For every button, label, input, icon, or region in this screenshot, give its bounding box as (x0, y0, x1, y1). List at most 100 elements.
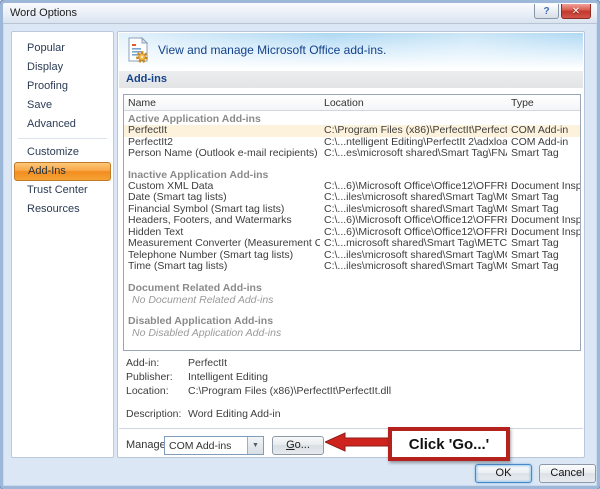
detail-label: Add-in: (126, 357, 160, 369)
detail-row: Add-in: PerfectIt (126, 356, 578, 370)
table-row[interactable]: Telephone Number (Smart tag lists) C:\...… (124, 250, 580, 262)
sidebar-item-proofing[interactable]: Proofing (14, 77, 111, 96)
cell-name: Time (Smart tag lists) (128, 261, 228, 272)
cell-name: Hidden Text (128, 226, 184, 238)
cell-type: Document Inspector (511, 180, 580, 192)
cell-name: Date (Smart tag lists) (128, 192, 227, 203)
table-header-row: Name Location Type (124, 95, 580, 111)
manage-selected-option: COM Add-ins (169, 439, 232, 452)
cell-type: Document Inspector (511, 226, 580, 238)
detail-row: Publisher: Intelligent Editing (126, 370, 578, 384)
column-header-type: Type (511, 96, 534, 109)
title-bar: Word Options ? ✕ (3, 3, 597, 24)
cell-name: PerfectIt2 (128, 136, 173, 148)
cell-type: Document Inspector (511, 215, 580, 226)
section-header: Add-ins (119, 71, 583, 88)
description-row: Description: Word Editing Add-in (126, 407, 578, 421)
cell-name: Person Name (Outlook e-mail recipients) (128, 148, 318, 159)
go-button[interactable]: Go... (272, 436, 324, 455)
callout-box: Click 'Go...' (388, 427, 510, 461)
cell-location: C:\...iles\microsoft shared\Smart Tag\MO… (324, 203, 507, 215)
sidebar-item-add-ins[interactable]: Add-Ins (14, 162, 111, 181)
close-icon: ✕ (571, 5, 581, 17)
description-label: Description: (126, 408, 182, 420)
cell-location: C:\...es\microsoft shared\Smart Tag\FNAM… (324, 148, 507, 159)
column-header-location: Location (324, 96, 364, 109)
cell-location: C:\...iles\microsoft shared\Smart Tag\MO… (324, 192, 507, 203)
detail-value: C:\Program Files (x86)\PerfectIt\Perfect… (188, 385, 392, 397)
cell-name: Telephone Number (Smart tag lists) (128, 249, 294, 261)
table-row[interactable]: PerfectIt2 C:\...ntelligent Editing\Perfe… (124, 137, 580, 149)
table-row[interactable]: PerfectIt C:\Program Files (x86)\PerfectI… (124, 125, 580, 137)
cell-location: C:\...iles\microsoft shared\Smart Tag\MO… (324, 261, 507, 272)
cell-name: Custom XML Data (128, 180, 214, 192)
add-ins-icon (128, 37, 149, 63)
cell-location: C:\Program Files (x86)\PerfectIt\Perfect… (324, 125, 507, 136)
ok-button[interactable]: OK (475, 464, 532, 483)
sidebar-item-advanced[interactable]: Advanced (14, 115, 111, 134)
cell-name: Financial Symbol (Smart tag lists) (128, 203, 285, 215)
cell-location: C:\...microsoft shared\Smart Tag\METCONV… (324, 238, 507, 249)
cell-location: C:\...6)\Microsoft Office\Office12\OFFRH… (324, 215, 507, 226)
help-icon: ? (543, 5, 550, 17)
sidebar-item-popular[interactable]: Popular (14, 39, 111, 58)
addin-details: Add-in: PerfectIt Publisher: Intelligent Ed… (126, 356, 578, 421)
table-empty-note: No Disabled Application Add-ins (132, 326, 282, 339)
sidebar-item-customize[interactable]: Customize (14, 143, 111, 162)
manage-dropdown[interactable]: COM Add-ins ▼ (164, 436, 264, 455)
details-rows: Add-in: PerfectIt Publisher: Intelligent Ed… (126, 356, 578, 398)
sidebar-separator (18, 138, 107, 139)
addins-table: Name Location Type Active Application Ad… (123, 94, 581, 351)
cell-location: C:\...iles\microsoft shared\Smart Tag\MO… (324, 249, 507, 261)
help-button[interactable]: ? (534, 4, 559, 19)
detail-label: Location: (126, 385, 169, 397)
table-row[interactable]: Measurement Converter (Measurement Conve… (124, 238, 580, 250)
cell-location: C:\...6)\Microsoft Office\Office12\OFFRH… (324, 226, 507, 238)
sidebar-item-resources[interactable]: Resources (14, 200, 111, 219)
cell-name: Measurement Converter (Measurement Conve… (128, 238, 320, 249)
cell-type: Smart Tag (511, 238, 559, 249)
table-group: Inactive Application Add-ins Custom XML D… (124, 169, 580, 273)
sidebar-item-save[interactable]: Save (14, 96, 111, 115)
table-row[interactable]: Headers, Footers, and Watermarks C:\...6)… (124, 215, 580, 227)
cell-type: COM Add-in (511, 136, 569, 148)
cell-type: Smart Tag (511, 192, 559, 203)
detail-label: Publisher: (126, 371, 173, 383)
column-header-name: Name (128, 96, 157, 109)
table-row[interactable]: Person Name (Outlook e-mail recipients) C… (124, 148, 580, 160)
cell-name: Headers, Footers, and Watermarks (128, 215, 292, 226)
detail-value: Intelligent Editing (188, 371, 268, 383)
sidebar-item-display[interactable]: Display (14, 58, 111, 77)
sidebar-item-trust-center[interactable]: Trust Center (14, 181, 111, 200)
addins-table-body: Active Application Add-ins PerfectIt C:\Pr… (124, 111, 580, 339)
cell-location: C:\...6)\Microsoft Office\Office12\OFFRH… (324, 180, 507, 192)
cell-type: COM Add-in (511, 125, 569, 136)
table-row[interactable]: Hidden Text C:\...6)\Microsoft Office\Off… (124, 227, 580, 239)
description-value: Word Editing Add-in (188, 408, 281, 420)
table-row[interactable]: Time (Smart tag lists) C:\...iles\microso… (124, 261, 580, 273)
cell-name: PerfectIt (128, 125, 168, 136)
cancel-button[interactable]: Cancel (539, 464, 596, 483)
callout-arrow-icon (325, 432, 389, 452)
table-row[interactable]: Financial Symbol (Smart tag lists) C:\...… (124, 204, 580, 216)
manage-label: Manage: (126, 439, 169, 451)
table-group-header: Document Related Add-ins (128, 281, 262, 294)
table-empty-note: No Document Related Add-ins (132, 293, 274, 306)
table-group: Active Application Add-ins PerfectIt C:\Pr… (124, 113, 580, 160)
table-row[interactable]: Date (Smart tag lists) C:\...iles\microso… (124, 192, 580, 204)
manage-divider (119, 428, 583, 429)
word-options-dialog: Word Options ? ✕ Popular Display Proofing S… (0, 0, 600, 489)
go-button-label: o... (294, 439, 310, 451)
table-group-header: Active Application Add-ins (128, 113, 261, 125)
cell-type: Smart Tag (511, 261, 559, 272)
chevron-down-icon[interactable]: ▼ (247, 437, 263, 454)
caption-buttons: ? ✕ (534, 4, 591, 19)
go-button-accel: G (286, 439, 295, 451)
table-group-header: Inactive Application Add-ins (128, 168, 269, 181)
close-button[interactable]: ✕ (561, 4, 591, 19)
cell-location: C:\...ntelligent Editing\PerfectIt 2\adx… (324, 136, 507, 148)
callout-text: Click 'Go...' (408, 435, 490, 453)
sidebar-nav: Popular Display Proofing Save Advanced Custom… (11, 31, 114, 458)
detail-value: PerfectIt (188, 357, 228, 369)
table-row[interactable]: Custom XML Data C:\...6)\Microsoft Office… (124, 181, 580, 193)
